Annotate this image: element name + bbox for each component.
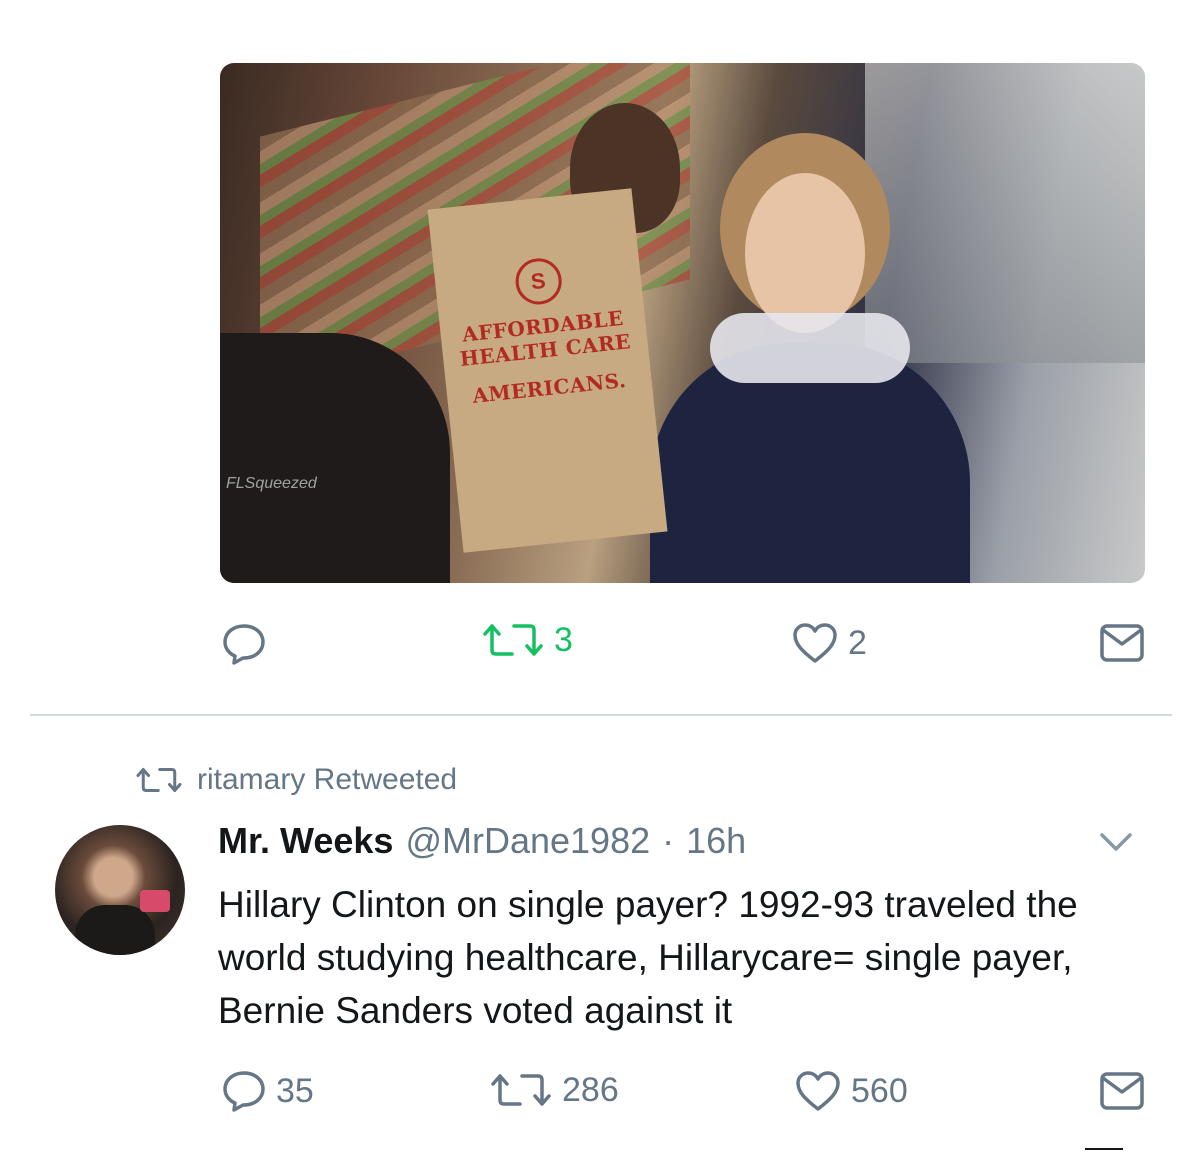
dm-button-2[interactable] (1100, 1072, 1144, 1110)
like-button[interactable]: 2 (792, 622, 867, 664)
dm-icon (1100, 1072, 1144, 1110)
tweet-header: Mr. Weeks @MrDane1982 · 16h (218, 820, 746, 862)
bottom-edge-mark (1085, 1148, 1123, 1150)
like-count: 2 (848, 623, 867, 662)
watermark: FLSqueezed (226, 475, 317, 492)
author-name[interactable]: Mr. Weeks (218, 820, 393, 862)
like-button-2[interactable]: 560 (795, 1070, 908, 1112)
avatar-shirt (75, 905, 155, 955)
dm-button[interactable] (1100, 624, 1144, 662)
chevron-down-icon (1100, 833, 1132, 851)
like-count-2: 560 (851, 1071, 908, 1110)
retweeted-by-label: ritamary Retweeted (197, 763, 458, 796)
dm-icon (1100, 624, 1144, 662)
retweet-icon (483, 624, 543, 656)
retweet-button-2[interactable]: 286 (490, 1070, 619, 1110)
person-left (220, 333, 450, 583)
woman-scarf (710, 313, 910, 383)
author-handle[interactable]: @MrDane1982 (405, 820, 650, 862)
tweet-menu-button[interactable] (1098, 830, 1134, 859)
avatar[interactable] (55, 825, 185, 955)
like-icon (796, 1071, 840, 1111)
reply-icon (223, 1071, 265, 1112)
reply-button[interactable] (222, 622, 266, 666)
retweet-count: 3 (554, 620, 573, 659)
retweet-button[interactable]: 3 (482, 620, 573, 660)
bag-logo: S (512, 256, 564, 307)
woman-face (745, 173, 865, 333)
tweet-divider (30, 714, 1172, 716)
reply-icon (223, 624, 265, 665)
retweet-count-2: 286 (562, 1070, 619, 1109)
retweet-small-icon (136, 768, 182, 792)
paper-bag: S AFFORDABLE HEALTH CARE AMERICANS. (427, 188, 668, 553)
bag-text-line-3: AMERICANS. (471, 367, 628, 408)
reply-button-2[interactable]: 35 (222, 1069, 314, 1113)
tweet-media-image[interactable]: S AFFORDABLE HEALTH CARE AMERICANS. FLSq… (220, 63, 1145, 583)
like-icon (793, 623, 837, 663)
store-fridge (865, 63, 1145, 363)
avatar-accent (140, 890, 170, 912)
tweet-text: Hillary Clinton on single payer? 1992-93… (218, 884, 1078, 1031)
separator-dot: · (662, 820, 675, 861)
retweeted-by-row[interactable]: ritamary Retweeted (135, 763, 457, 797)
reply-count: 35 (276, 1071, 314, 1110)
retweet-icon (491, 1074, 551, 1106)
tweet-time[interactable]: 16h (686, 820, 746, 862)
